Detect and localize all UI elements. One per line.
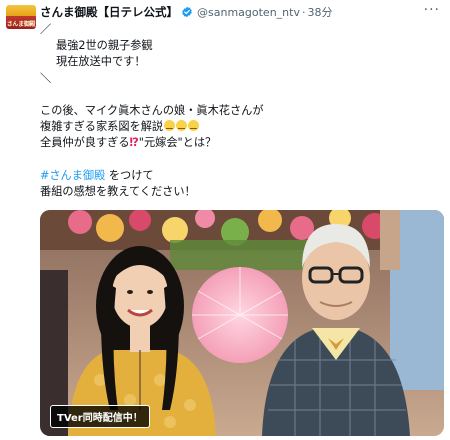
interrobang-icon: ⁉	[129, 136, 139, 150]
tweet-header: さんま御殿【日テレ公式】 @sanmagoten_ntv · 38分	[40, 3, 332, 21]
tver-simulcast-badge: TVer同時配信中！	[50, 405, 150, 428]
text-line-5-pre: 全員仲が良すぎる	[40, 136, 130, 150]
verified-badge-icon	[182, 6, 192, 18]
text-line-2: 現在放送中です！	[56, 55, 146, 69]
tweet-text: ／ 最強2世の親子参観 現在放送中です！ ＼ この後、マイク眞木さんの娘・眞木花…	[40, 22, 440, 200]
sweat-face-icon	[188, 120, 200, 132]
deco-slash-bottom: ＼	[40, 71, 52, 85]
tweet-media-image[interactable]: TVer同時配信中！	[40, 210, 444, 436]
studio-photo	[40, 210, 444, 436]
timestamp[interactable]: 38分	[307, 4, 332, 20]
avatar-logo-text: さんま御殿	[6, 21, 36, 28]
text-line-5-post: "元嫁会"とは？	[138, 136, 217, 150]
display-name[interactable]: さんま御殿【日テレ公式】	[40, 4, 178, 20]
sweat-face-icon	[164, 120, 176, 132]
text-line-5: 全員仲が良すぎる⁉"元嫁会"とは？	[40, 135, 440, 151]
text-line-3: この後、マイク眞木さんの娘・眞木花さんが	[40, 103, 264, 117]
text-line-1: 最強2世の親子参観	[56, 39, 153, 53]
hashtag-link[interactable]: #さんま御殿	[40, 169, 105, 182]
text-line-7: 番組の感想を教えてください！	[40, 184, 196, 198]
separator-dot: ·	[301, 5, 306, 19]
tweet: さんま御殿 さんま御殿【日テレ公式】 @sanmagoten_ntv · 38分…	[0, 0, 450, 440]
avatar[interactable]: さんま御殿	[6, 5, 36, 29]
text-line-4-content: 複雑すぎる家系図を解説	[40, 120, 164, 134]
text-line-6-post: をつけて	[105, 168, 154, 182]
user-handle[interactable]: @sanmagoten_ntv	[197, 6, 300, 19]
more-icon[interactable]: ···	[424, 2, 440, 18]
deco-slash-top: ／	[40, 23, 52, 36]
text-line-6: #さんま御殿 をつけて	[40, 168, 440, 184]
text-line-4: 複雑すぎる家系図を解説	[40, 119, 440, 135]
sweat-face-icon	[176, 120, 188, 132]
